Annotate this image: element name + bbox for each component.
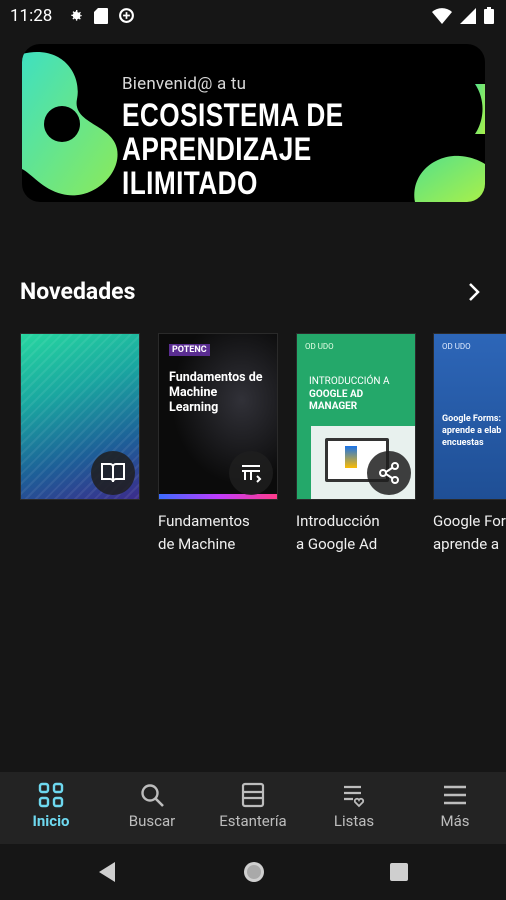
- banner-title-line1: ECOSISTEMA DE: [122, 97, 344, 133]
- book-card[interactable]: OD UDO Google Forms: aprende a elab encu…: [433, 333, 506, 556]
- bottom-navigation: Inicio Buscar Estantería Listas Más: [0, 772, 506, 844]
- chevron-right-icon[interactable]: [462, 280, 486, 304]
- cover-brand: OD UDO: [442, 342, 471, 351]
- book-type-badge: [91, 451, 135, 495]
- banner-decoration-left: [22, 52, 118, 196]
- status-bar: 11:28: [0, 0, 506, 32]
- book-title-line2: aprende a: [433, 535, 500, 553]
- banner-decoration-right: [414, 84, 485, 202]
- book-card[interactable]: POTENC Fundamentos de Machine Learning F…: [158, 333, 278, 556]
- share-icon: [379, 462, 399, 484]
- banner-subtitle: Bienvenid@ a tu: [122, 74, 247, 94]
- nav-item-estanteria[interactable]: Estantería: [203, 782, 303, 830]
- book-card[interactable]: OD UDO INTRODUCCIÓN A GOOGLE AD MANAGER …: [296, 333, 416, 556]
- battery-icon: [484, 7, 494, 24]
- nav-label: Listas: [333, 812, 375, 830]
- cover-title2: aprende a elab: [442, 426, 502, 436]
- recents-icon[interactable]: [389, 862, 409, 882]
- nav-item-mas[interactable]: Más: [405, 782, 505, 830]
- cover-title3: MANAGER: [309, 401, 358, 412]
- lists-icon: [344, 785, 365, 808]
- sd-card-icon: [94, 7, 108, 24]
- cover-title: Fundamentos de Machine Learning: [169, 370, 263, 415]
- book-card[interactable]: [20, 333, 140, 510]
- book-title-line2: a Google Ad: [296, 535, 378, 553]
- book-cover: OD UDO INTRODUCCIÓN A GOOGLE AD MANAGER: [296, 333, 416, 500]
- cover-brand: OD UDO: [305, 342, 334, 351]
- welcome-banner[interactable]: Bienvenid@ a tu ECOSISTEMA DE APRENDIZAJ…: [22, 44, 485, 202]
- cover-title2: GOOGLE AD: [309, 389, 364, 400]
- cover-title3: encuestas: [442, 438, 484, 448]
- nav-label: Inicio: [32, 812, 70, 830]
- nav-label: Estantería: [219, 812, 287, 830]
- system-navigation-bar: [0, 844, 506, 900]
- book-icon: [101, 463, 125, 483]
- book-type-badge: [229, 451, 273, 495]
- cover-brand: POTENC: [169, 344, 210, 356]
- home-grid-icon: [38, 782, 64, 808]
- settings-icon: [71, 9, 82, 21]
- book-title-line1: Introducción: [296, 512, 380, 530]
- nav-item-buscar[interactable]: Buscar: [102, 782, 202, 830]
- wifi-icon: [432, 7, 452, 24]
- book-title-line2: de Machine: [158, 535, 236, 553]
- section-title-novedades: Novedades: [20, 278, 136, 305]
- banner-title: ECOSISTEMA DE APRENDIZAJE ILIMITADO: [122, 98, 384, 200]
- back-icon[interactable]: [97, 861, 117, 883]
- cover-title: Google Forms:: [442, 414, 502, 424]
- signal-icon: [460, 7, 476, 24]
- data-saver-icon: [119, 8, 134, 23]
- menu-icon: [444, 785, 466, 805]
- book-type-badge: [367, 451, 411, 495]
- home-icon[interactable]: [242, 860, 266, 884]
- nav-item-inicio[interactable]: Inicio: [1, 782, 101, 830]
- course-icon: [242, 465, 262, 483]
- shelf-icon: [241, 782, 265, 808]
- book-cover: OD UDO Google Forms: aprende a elab encu…: [433, 333, 506, 500]
- cover-title: INTRODUCCIÓN A: [309, 376, 390, 387]
- status-time: 11:28: [10, 6, 53, 26]
- nav-item-listas[interactable]: Listas: [304, 782, 404, 830]
- book-title-line1: Fundamentos: [158, 512, 250, 530]
- nav-label: Buscar: [128, 812, 176, 830]
- search-icon: [141, 784, 164, 807]
- book-title-line1: Google For: [433, 512, 506, 530]
- book-cover: [20, 333, 140, 500]
- book-cover: POTENC Fundamentos de Machine Learning: [158, 333, 278, 500]
- nav-label: Más: [440, 812, 470, 830]
- banner-title-line2: APRENDIZAJE ILIMITADO: [122, 131, 312, 201]
